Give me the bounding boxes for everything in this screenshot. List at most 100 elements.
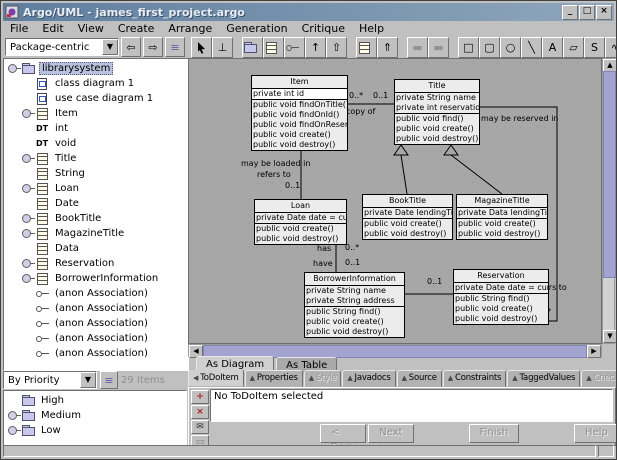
class-borrowerinformation[interactable]: BorrowerInformationprivate String namepr… [304, 272, 405, 338]
menu-generation[interactable]: Generation [219, 21, 294, 36]
title-bar[interactable]: Argo/UML - james_first_project.argo _ □ … [3, 3, 614, 21]
menu-view[interactable]: View [71, 21, 111, 36]
tree-item-reservation[interactable]: Reservation [6, 256, 188, 271]
wizard-back-button[interactable]: < Back [320, 424, 366, 443]
class-operation[interactable]: public void findOnId() [252, 110, 347, 120]
disabled-b-tool[interactable]: ▬ [428, 37, 449, 58]
ink-tool[interactable]: ∿ [605, 37, 617, 58]
tree-item--anon-association-[interactable]: (anon Association) [6, 286, 188, 301]
chevron-down-icon[interactable]: ▼ [102, 39, 118, 55]
class-attribute[interactable]: private Date date = current date [255, 213, 346, 223]
class-magazinetitle[interactable]: MagazineTitleprivate Data lendingTime = … [456, 194, 548, 240]
menu-arrange[interactable]: Arrange [161, 21, 219, 36]
wizard-next-button[interactable]: Next > [368, 424, 413, 443]
association-tool[interactable] [284, 37, 305, 58]
tree-expander[interactable] [22, 154, 31, 163]
class-operation[interactable]: public void findOnTitle() [252, 100, 347, 110]
tree-item-date[interactable]: Date [6, 196, 188, 211]
class-item[interactable]: Itemprivate int idpublic void findOnTitl… [251, 75, 348, 151]
vertical-scroll-thumb[interactable] [603, 71, 616, 278]
class-operation[interactable]: public void create() [457, 219, 547, 229]
tab-javadocs[interactable]: ▲Javadocs [342, 370, 395, 387]
tree-item--anon-association-[interactable]: (anon Association) [6, 301, 188, 316]
class-tool[interactable] [263, 37, 284, 58]
class-attribute[interactable]: private int reservationNumber [395, 103, 479, 113]
tree-item--anon-association-[interactable]: (anon Association) [6, 346, 188, 361]
tree-item-loan[interactable]: Loan [6, 181, 188, 196]
wizard-finish-button[interactable]: Finish [469, 424, 519, 443]
tree-item-magazinetitle[interactable]: MagazineTitle [6, 226, 188, 241]
class-attribute[interactable]: private int id [252, 89, 347, 99]
class-title[interactable]: Titleprivate String nameprivate int rese… [394, 79, 480, 145]
class-attribute[interactable]: private Date lendingTime = 30 [363, 208, 452, 218]
nav-back-button[interactable]: ⇦ [121, 37, 141, 57]
tree-item-item[interactable]: Item [6, 106, 188, 121]
class-operation[interactable]: public void create() [255, 224, 346, 234]
tree-expander[interactable] [22, 109, 31, 118]
minimize-button[interactable]: _ [562, 5, 578, 20]
class-operation[interactable]: public void create() [395, 124, 479, 134]
vertical-scrollbar[interactable]: ▲ ▼ [602, 58, 615, 344]
class-attribute[interactable]: private Date date = current date [454, 283, 548, 293]
explorer-panel[interactable]: librarysystemclass diagram 1use case dia… [3, 58, 189, 371]
tree-item-class-diagram-1[interactable]: class diagram 1 [6, 76, 188, 91]
menu-file[interactable]: File [3, 21, 35, 36]
class-attribute[interactable]: private Data lendingTime = 30 [457, 208, 547, 218]
todo-tree-panel[interactable]: HighMediumLow [3, 390, 187, 446]
spline-tool[interactable]: S [584, 37, 605, 58]
class-operation[interactable]: public void destroy() [363, 229, 452, 239]
select-tool[interactable] [191, 37, 212, 58]
ellipse-tool[interactable]: ○ [500, 37, 521, 58]
tree-item-high[interactable]: High [6, 393, 186, 408]
rectangle-tool[interactable]: □ [458, 37, 479, 58]
operation-arrow-tool[interactable]: ⇑ [377, 37, 398, 58]
class-attribute[interactable]: private String name [305, 286, 404, 296]
wizard-help-button[interactable]: Help [574, 424, 617, 443]
class-operation[interactable]: public void create() [454, 304, 548, 314]
tab-checklist[interactable]: ▲Checklist [581, 370, 616, 387]
class-reservation[interactable]: Reservationprivate Date date = current d… [453, 269, 549, 325]
email-todo-button[interactable]: ✉ [191, 420, 209, 434]
rounded-rectangle-tool[interactable]: ▢ [479, 37, 500, 58]
class-operation[interactable]: public void destroy() [252, 140, 347, 150]
chevron-down-icon[interactable]: ▼ [80, 372, 96, 388]
tree-expander[interactable] [22, 214, 31, 223]
generalization-tool[interactable]: ⇧ [326, 37, 347, 58]
tree-expander[interactable] [8, 64, 17, 73]
close-button[interactable]: × [596, 5, 612, 20]
class-operation[interactable]: public void destroy() [454, 314, 548, 324]
todo-sort-combobox[interactable]: By Priority ▼ [3, 371, 97, 389]
tab-todoitem[interactable]: ◀ToDoItem [188, 370, 244, 387]
tree-item-void[interactable]: DTvoid [6, 136, 188, 151]
class-booktitle[interactable]: BookTitleprivate Date lendingTime = 30pu… [362, 194, 453, 240]
todo-flat-toggle-button[interactable]: ≡ [100, 371, 118, 389]
dependency-tool[interactable]: ↑ [305, 37, 326, 58]
class-operation[interactable]: public void destroy() [305, 327, 404, 337]
delete-todo-button[interactable]: × [191, 405, 209, 419]
edge-title-magazinetitle[interactable] [451, 155, 502, 194]
tree-item--anon-association-[interactable]: (anon Association) [6, 331, 188, 346]
disabled-a-tool[interactable]: ▬ [407, 37, 428, 58]
class-operation[interactable]: public void destroy() [395, 134, 479, 144]
class-operation[interactable]: public String find() [454, 294, 548, 304]
diagram-canvas[interactable]: 0..*0..1copy ofmay be loaded inrefers to… [188, 58, 602, 344]
tree-expander[interactable] [22, 274, 31, 283]
package-tool[interactable] [242, 37, 263, 58]
maximize-button[interactable]: □ [579, 5, 595, 20]
tab-constraints[interactable]: ▲Constraints [443, 370, 507, 387]
line-tool[interactable]: ╲ [521, 37, 542, 58]
broom-tool[interactable]: ⊥ [212, 37, 233, 58]
class-attribute[interactable]: private String name [395, 93, 479, 103]
tab-source[interactable]: ▲Source [397, 370, 442, 387]
class-operation[interactable]: public void find() [395, 114, 479, 124]
tree-item-int[interactable]: DTint [6, 121, 188, 136]
class-loan[interactable]: Loanprivate Date date = current datepubl… [254, 199, 347, 245]
edge-title-booktitle[interactable] [401, 155, 407, 194]
tree-item-title[interactable]: Title [6, 151, 188, 166]
tree-item-librarysystem[interactable]: librarysystem [6, 61, 188, 76]
class-operation[interactable]: public void findOnReservation() [252, 120, 347, 130]
nav-forward-button[interactable]: ⇨ [143, 37, 163, 57]
class-operation[interactable]: public void create() [363, 219, 452, 229]
tree-item-booktitle[interactable]: BookTitle [6, 211, 188, 226]
tree-expander[interactable] [22, 184, 31, 193]
